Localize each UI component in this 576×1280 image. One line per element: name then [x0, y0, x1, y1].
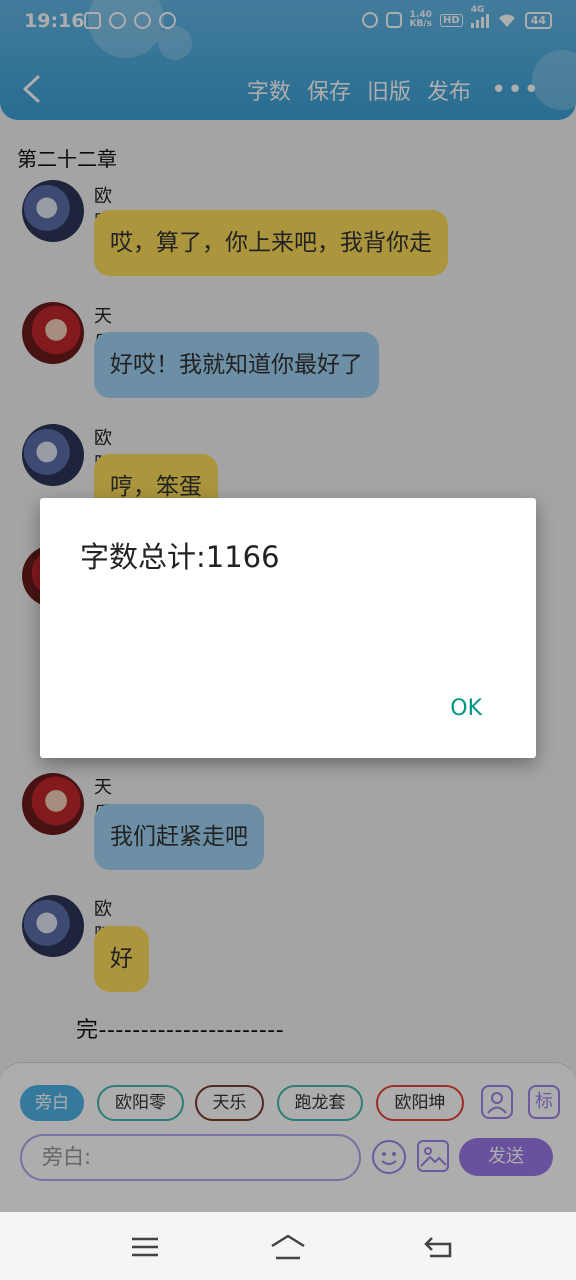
menu-icon[interactable]	[130, 1236, 160, 1258]
back-icon[interactable]	[422, 1234, 456, 1260]
dialog-message: 字数总计:1166	[80, 540, 280, 574]
system-nav-bar	[0, 1212, 576, 1280]
home-icon[interactable]	[268, 1232, 308, 1262]
ok-button[interactable]: OK	[450, 696, 482, 721]
word-count-dialog: 字数总计:1166 OK	[40, 498, 536, 758]
